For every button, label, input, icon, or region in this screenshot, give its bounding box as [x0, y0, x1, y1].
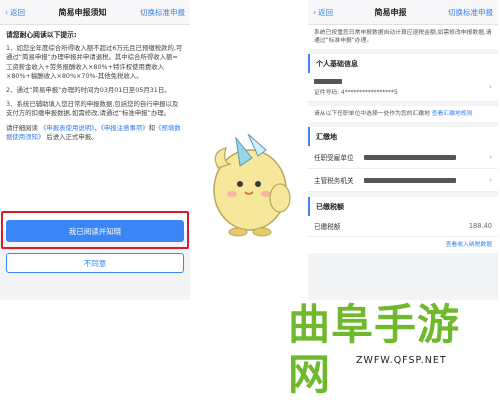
simple-declaration-screen: ‹ 返回 简易申报 切换标准申报 系统已按重您日常申报数据自动计算应退税金额,如…: [308, 0, 498, 300]
notice-body: 请您耐心阅读以下提示: 1、如您全年度综合所得收入额不超过6万元且已预缴税款的,…: [0, 25, 190, 231]
form-guide-link[interactable]: 《申报表使用说明》: [40, 124, 94, 132]
chevron-right-icon: ›: [489, 153, 492, 161]
unit-note-text: 请从以下任职单位中选择一处作为您的汇缴地: [314, 111, 430, 117]
chevron-right-icon: ›: [489, 176, 492, 184]
chevron-left-icon: ‹: [5, 7, 8, 17]
switch-standard-link[interactable]: 切换标准申报: [140, 7, 185, 18]
huijiao-rules-link[interactable]: 查看汇缴地规则: [432, 111, 473, 117]
paid-tax-label: 已缴税额: [314, 223, 341, 231]
back-label: 返回: [318, 7, 333, 17]
employer-row[interactable]: 任职受雇单位 ›: [308, 146, 498, 169]
personal-info-row[interactable]: 证件号码: 4*****************5 ›: [308, 73, 498, 102]
redacted-name: [314, 78, 342, 84]
notice-item-2: 2、通过“简易申报”办理的时间为03月01日至05月31日。: [6, 86, 171, 95]
switch-standard-link[interactable]: 切换标准申报: [448, 7, 493, 18]
read-suffix: 后进入正式申报。: [46, 132, 98, 141]
auto-fill-tip: 系统已按重您日常申报数据自动计算应退税金额,如需修改申报数据,请通过“标准申报”…: [308, 25, 498, 49]
view-income-tax-link[interactable]: 查看收入纳税数据: [446, 242, 492, 248]
id-value: 4*****************5: [341, 89, 398, 96]
mascot-illustration: [213, 133, 291, 237]
paid-link-row: 查看收入纳税数据: [308, 237, 498, 253]
paid-tax-value: 188.40: [468, 222, 492, 230]
redacted-employer: [363, 154, 456, 160]
tax-office-label: 主管税务机关: [314, 177, 354, 185]
navbar: ‹ 返回 简易申报须知 切换标准申报: [0, 0, 190, 25]
employer-label: 任职受雇单位: [314, 154, 354, 162]
url-watermark: ZWFW.QFSP.NET: [356, 355, 447, 366]
id-label: 证件号码:: [314, 89, 340, 96]
notice-item-1: 1、如您全年度综合所得收入额不超过6万元且已预缴税款的,可通过“简易申报”办理申…: [6, 44, 183, 80]
paid-tax-title: 已缴税额: [308, 197, 498, 216]
notice-item-3: 3、系统已辅助填入您日常的申报数据,包括您的自行申报以及支付方的扣缴申报数据,如…: [6, 100, 179, 118]
back-button[interactable]: ‹ 返回: [313, 7, 333, 18]
read-prefix: 请仔细阅读: [6, 123, 38, 132]
confirm-read-button[interactable]: 我已阅读并知晓: [6, 220, 184, 242]
notes-link[interactable]: 《申报注意事项》: [101, 124, 149, 132]
chevron-right-icon: ›: [489, 83, 492, 91]
read-instructions: 请仔细阅读 《申报表使用说明》、《申报注意事项》和《预填数据使用须知》 后进入正…: [6, 123, 181, 141]
notice-heading: 请您耐心阅读以下提示:: [6, 31, 77, 39]
notice-screen: ‹ 返回 简易申报须知 切换标准申报 请您耐心阅读以下提示: 1、如您全年度综合…: [0, 0, 190, 300]
page-title: 简易申报须知: [58, 7, 107, 17]
back-label: 返回: [10, 7, 25, 17]
back-button[interactable]: ‹ 返回: [5, 7, 25, 18]
navbar: ‹ 返回 简易申报 切换标准申报: [308, 0, 498, 25]
redacted-tax-office: [363, 177, 456, 183]
chevron-left-icon: ‹: [313, 7, 316, 17]
page-title: 简易申报: [374, 7, 407, 17]
basic-info-title: 个人基础信息: [308, 54, 498, 73]
brand-watermark: 曲阜手游网: [288, 300, 461, 399]
unit-note: 请从以下任职单位中选择一处作为您的汇缴地 查看汇缴地规则: [308, 106, 498, 122]
tax-office-row[interactable]: 主管税务机关 ›: [308, 169, 498, 192]
disagree-button[interactable]: 不同意: [6, 253, 184, 273]
huijiao-title: 汇缴地: [308, 127, 498, 146]
paid-tax-row: 已缴税额 188.40: [308, 216, 498, 237]
